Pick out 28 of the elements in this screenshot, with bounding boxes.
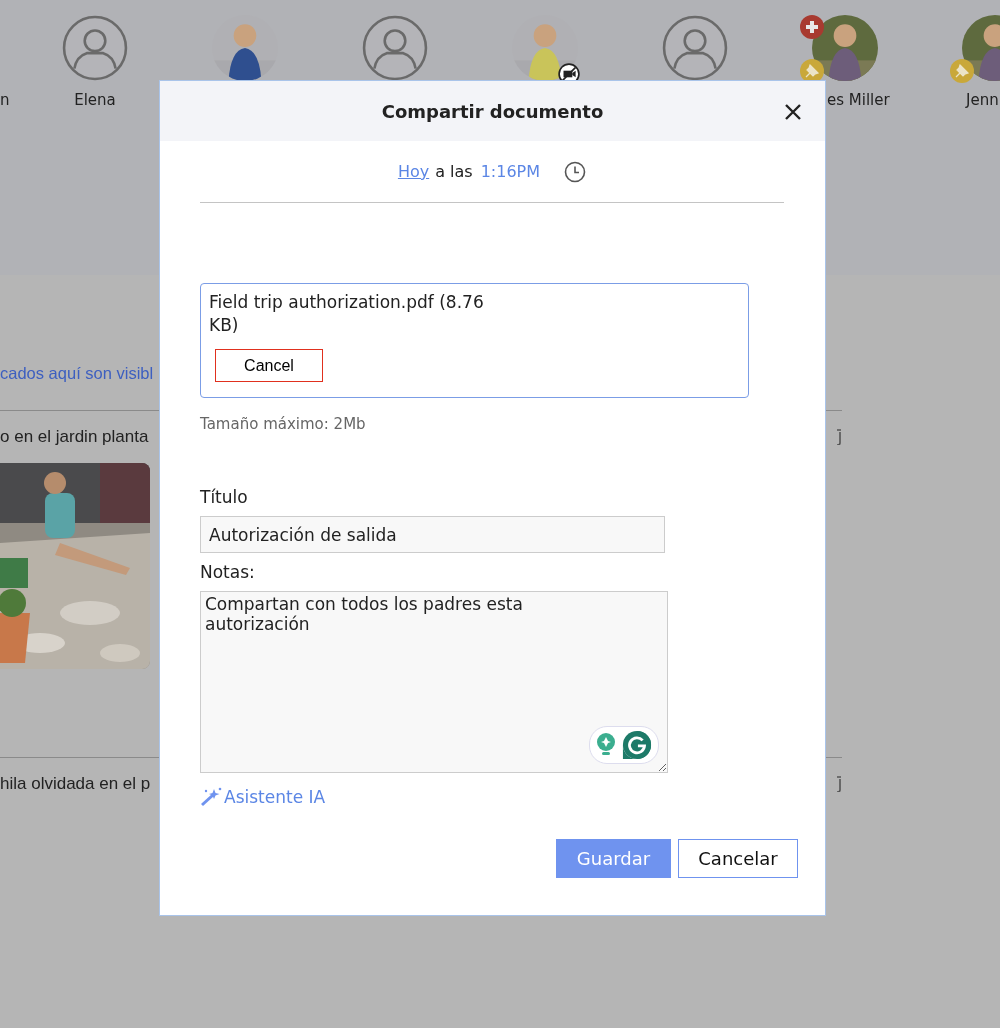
date-link[interactable]: Hoy xyxy=(397,162,430,181)
writing-assistant-widget[interactable] xyxy=(589,726,659,764)
avatar-placeholder-icon[interactable] xyxy=(362,15,428,81)
magic-wand-icon xyxy=(200,787,224,807)
field-label: Título xyxy=(200,486,248,508)
g-logo-icon[interactable] xyxy=(622,730,652,760)
lightbulb-icon[interactable] xyxy=(596,732,616,758)
avatar-placeholder-icon[interactable] xyxy=(662,15,728,81)
size-hint: Tamaño máximo: 2Mb xyxy=(200,415,366,433)
clock-icon[interactable] xyxy=(564,160,587,183)
close-icon[interactable] xyxy=(783,102,803,122)
person-name[interactable]: Jenn xyxy=(920,91,1000,109)
cancel-upload-button[interactable]: Cancel xyxy=(215,349,323,382)
dialog-title: Compartir documento xyxy=(381,100,604,122)
person-name[interactable]: Elena xyxy=(74,91,116,109)
notice-text: cados aquí son visibl xyxy=(0,363,154,383)
post-text: hila olvidada en el p xyxy=(0,774,151,794)
notes-field[interactable]: Compartan con todos los padres esta autorización xyxy=(200,591,668,773)
file-name: Field trip authorization.pdf (8.76 KB) xyxy=(209,291,485,337)
date-connector: a las xyxy=(435,162,473,181)
field-label: Notas: xyxy=(200,561,255,583)
avatar-placeholder-icon[interactable] xyxy=(62,15,128,81)
person-name[interactable]: n xyxy=(0,91,10,109)
ai-assistant-link[interactable]: Asistente IA xyxy=(200,787,326,807)
time-value[interactable]: 1:16PM xyxy=(480,162,541,181)
title-field[interactable]: Autorización de salida xyxy=(200,516,665,553)
post-text: o en el jardin planta xyxy=(0,427,149,447)
cancel-button[interactable]: Cancelar xyxy=(678,839,798,878)
